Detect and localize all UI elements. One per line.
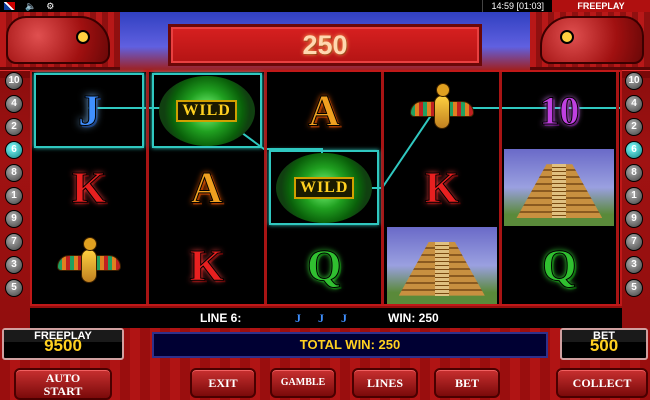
- gamble-button[interactable]: GAMBLE: [270, 368, 336, 398]
- line-info-bar: LINE 6: J J J WIN: 250: [30, 308, 622, 328]
- winning-cell-highlight: [34, 73, 144, 148]
- right-pillar: [530, 12, 650, 70]
- symbol-10: 10: [539, 88, 580, 134]
- line-label: LINE 6:: [200, 311, 242, 325]
- reel-5: 10 Q: [502, 72, 620, 304]
- reel-cell: Q: [502, 227, 616, 304]
- exit-button[interactable]: EXIT: [190, 368, 256, 398]
- line-marker[interactable]: 9: [625, 210, 643, 228]
- mini-symbol-j: J: [295, 311, 301, 325]
- line-marker[interactable]: 5: [625, 279, 643, 297]
- reel-cell: [32, 227, 146, 304]
- mini-symbol-j: J: [318, 311, 324, 325]
- symbol-k: K: [189, 240, 224, 290]
- sound-icon[interactable]: 🔈: [25, 0, 36, 12]
- line-marker[interactable]: 2: [5, 118, 23, 136]
- line-marker[interactable]: 2: [625, 118, 643, 136]
- line-marker[interactable]: 1: [5, 187, 23, 205]
- left-pillar: [0, 12, 120, 70]
- line-marker[interactable]: 6: [625, 141, 643, 159]
- reel-cell: K: [150, 227, 264, 304]
- game-header: 250: [0, 12, 650, 78]
- line-marker[interactable]: 8: [625, 164, 643, 182]
- slot-machine: 🔈 ⚙ 14:59 [01:03] FREEPLAY 250 10 4 2 6 8 1 9 7…: [0, 0, 650, 400]
- total-win-display: TOTAL WIN: 250: [152, 332, 548, 358]
- line-marker[interactable]: 3: [625, 256, 643, 274]
- symbol-k: K: [71, 163, 107, 213]
- win-display: 250: [168, 24, 482, 66]
- line-markers-left: 10 4 2 6 8 1 9 7 3 5: [5, 72, 25, 302]
- line-win-label: WIN: 250: [388, 311, 439, 325]
- settings-icon[interactable]: ⚙: [46, 0, 54, 12]
- line-marker[interactable]: 9: [5, 210, 23, 228]
- line-marker[interactable]: 10: [625, 72, 643, 90]
- line-marker[interactable]: 1: [625, 187, 643, 205]
- reel-cell: A: [150, 149, 264, 226]
- right-serpent-icon: [540, 16, 644, 64]
- reel-cell: K: [32, 149, 146, 226]
- reel-cell: [385, 72, 499, 149]
- collect-button[interactable]: COLLECT: [556, 368, 648, 398]
- reel-3: A WILD Q: [267, 72, 385, 304]
- reel-1: JK: [32, 72, 149, 304]
- symbol-q: Q: [542, 240, 577, 290]
- bet-value: 500: [589, 336, 619, 355]
- line-markers-right: 10 4 2 6 8 1 9 7 3 5: [625, 72, 645, 302]
- line-marker[interactable]: 4: [625, 95, 643, 113]
- line-marker[interactable]: 6: [5, 141, 23, 159]
- line-marker[interactable]: 5: [5, 279, 23, 297]
- win-amount: 250: [302, 30, 348, 60]
- winning-cell-highlight: [151, 73, 262, 148]
- freeplay-balance: FREEPLAY 9500: [2, 328, 124, 360]
- reel-cell: Q: [267, 227, 381, 304]
- freeplay-value: 9500: [44, 336, 82, 355]
- bet-display: BET 500: [560, 328, 648, 360]
- line-marker[interactable]: 8: [5, 164, 23, 182]
- mode-label: FREEPLAY: [552, 0, 650, 12]
- bird-icon: [409, 81, 474, 141]
- pyramid-icon: [504, 149, 615, 227]
- reel-grid: J K WILD A K A WILD Q K 10 Q: [30, 70, 622, 306]
- lines-button[interactable]: LINES: [352, 368, 418, 398]
- auto-start-label-2: START: [43, 384, 83, 398]
- line-marker[interactable]: 3: [5, 256, 23, 274]
- reel-cell: 10: [502, 72, 616, 149]
- control-panel: FREEPLAY 9500 TOTAL WIN: 250 BET 500 AUT…: [0, 328, 650, 400]
- reel-2: WILD A K: [150, 72, 267, 304]
- left-serpent-icon: [6, 16, 110, 64]
- bet-button[interactable]: BET: [434, 368, 500, 398]
- symbol-q: Q: [307, 240, 342, 290]
- line-marker[interactable]: 10: [5, 72, 23, 90]
- reel-cell: [385, 226, 499, 304]
- mini-symbol-j: J: [341, 311, 347, 325]
- reel-cell: [502, 149, 616, 227]
- reel-cell: A: [267, 72, 381, 149]
- symbol-a: A: [190, 163, 223, 213]
- reel-4: K: [385, 72, 502, 304]
- uk-flag-icon[interactable]: [4, 2, 15, 10]
- line-marker[interactable]: 7: [625, 233, 643, 251]
- symbol-k: K: [424, 163, 459, 213]
- winning-cell-highlight: [269, 150, 380, 226]
- reel-cell: K: [385, 149, 499, 226]
- symbol-a: A: [308, 86, 341, 136]
- line-marker[interactable]: 4: [5, 95, 23, 113]
- session-clock: 14:59 [01:03]: [482, 0, 552, 12]
- status-bar: 🔈 ⚙ 14:59 [01:03] FREEPLAY: [0, 0, 650, 12]
- pyramid-icon: [386, 226, 497, 304]
- auto-start-button[interactable]: AUTO START: [14, 368, 112, 400]
- bird-icon: [57, 235, 121, 295]
- line-marker[interactable]: 7: [5, 233, 23, 251]
